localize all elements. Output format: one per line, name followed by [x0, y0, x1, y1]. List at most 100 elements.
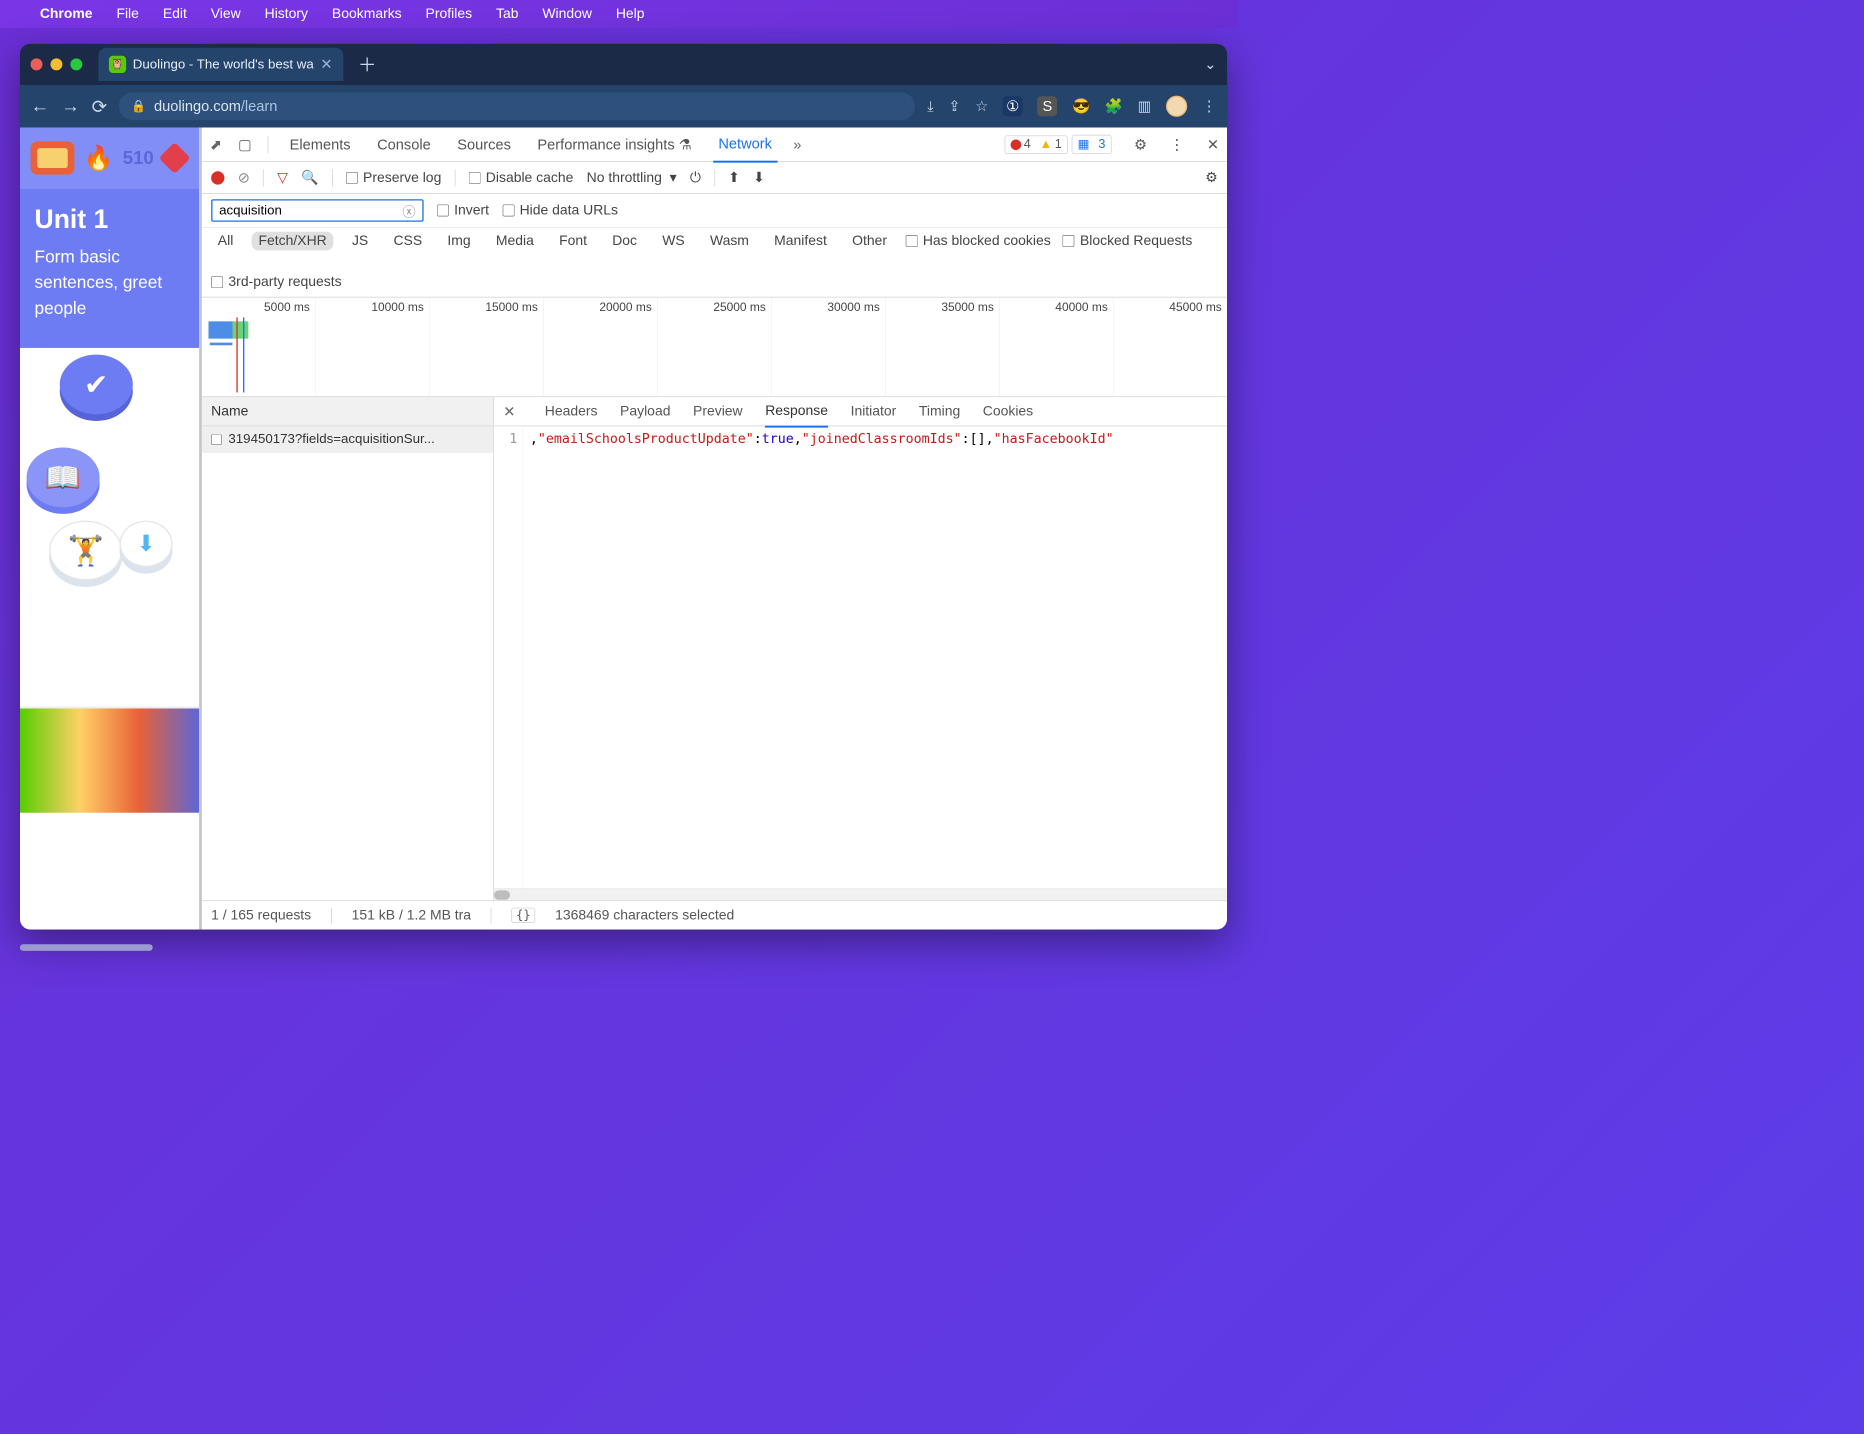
inspect-icon[interactable]: ⬈	[210, 136, 222, 153]
menu-profiles[interactable]: Profiles	[426, 6, 473, 22]
menu-bookmarks[interactable]: Bookmarks	[332, 6, 402, 22]
bookmark-star-icon[interactable]: ☆	[975, 98, 988, 115]
maximize-window-icon[interactable]	[70, 58, 82, 70]
preserve-log-checkbox[interactable]: Preserve log	[346, 170, 442, 186]
response-body[interactable]: 1 ,"emailSchoolsProductUpdate":true,"joi…	[494, 426, 1227, 888]
menu-history[interactable]: History	[265, 6, 308, 22]
extension-s-icon[interactable]: S	[1037, 96, 1057, 116]
reload-button[interactable]: ⟳	[92, 95, 108, 117]
tab-overflow-icon[interactable]: ⌄	[1204, 56, 1216, 73]
extension-face-icon[interactable]: 😎	[1072, 98, 1090, 115]
network-settings-icon[interactable]: ⚙	[1205, 169, 1218, 186]
tab-network[interactable]: Network	[713, 135, 777, 162]
forward-button[interactable]: →	[61, 96, 80, 117]
tab-elements[interactable]: Elements	[284, 136, 356, 153]
request-row[interactable]: 319450173?fields=acquisitionSur...	[202, 426, 493, 453]
filter-other[interactable]: Other	[845, 232, 893, 251]
filter-doc[interactable]: Doc	[606, 232, 644, 251]
filter-media[interactable]: Media	[489, 232, 540, 251]
json-braces-icon[interactable]: {}	[512, 908, 536, 923]
request-row-checkbox[interactable]	[211, 434, 222, 445]
filter-input[interactable]: ⓧ	[211, 199, 423, 222]
tab-overflow-icon[interactable]: »	[793, 136, 801, 153]
browser-tab[interactable]: 🦉 Duolingo - The world's best wa ✕	[98, 48, 343, 81]
devtools-close-icon[interactable]: ✕	[1207, 136, 1219, 153]
filter-fetch-xhr[interactable]: Fetch/XHR	[252, 232, 333, 251]
chrome-menu-icon[interactable]: ⋮	[1202, 98, 1217, 115]
share-icon[interactable]: ⇪	[948, 98, 960, 115]
tick-10000: 10000 ms	[371, 300, 423, 314]
network-timeline[interactable]: 5000 ms 10000 ms 15000 ms 20000 ms 25000…	[202, 297, 1227, 397]
has-blocked-cookies-checkbox[interactable]: Has blocked cookies	[906, 233, 1051, 249]
menubar-app[interactable]: Chrome	[40, 6, 93, 22]
back-button[interactable]: ←	[31, 96, 50, 117]
search-icon[interactable]: 🔍	[301, 170, 318, 186]
filter-css[interactable]: CSS	[387, 232, 429, 251]
filter-ws[interactable]: WS	[656, 232, 692, 251]
detail-tab-headers[interactable]: Headers	[545, 403, 598, 419]
filter-textbox[interactable]	[219, 203, 392, 218]
clear-filter-icon[interactable]: ⓧ	[402, 201, 415, 220]
lesson-step-1[interactable]: ✔	[60, 355, 133, 415]
extensions-puzzle-icon[interactable]: 🧩	[1105, 98, 1123, 115]
menu-file[interactable]: File	[116, 6, 138, 22]
detail-tab-timing[interactable]: Timing	[919, 403, 960, 419]
hide-data-urls-checkbox[interactable]: Hide data URLs	[502, 203, 618, 219]
request-row-name: 319450173?fields=acquisitionSur...	[228, 432, 434, 447]
tab-sources[interactable]: Sources	[452, 136, 516, 153]
side-panel-icon[interactable]: ▥	[1138, 98, 1152, 115]
tab-performance-insights[interactable]: Performance insights ⚗	[532, 136, 697, 153]
menu-edit[interactable]: Edit	[163, 6, 187, 22]
detail-tab-payload[interactable]: Payload	[620, 403, 670, 419]
third-party-checkbox[interactable]: 3rd-party requests	[211, 274, 341, 290]
lesson-step-2[interactable]: 📖	[27, 448, 100, 508]
tab-close-icon[interactable]: ✕	[320, 56, 332, 73]
menu-window[interactable]: Window	[542, 6, 592, 22]
language-flag-icon[interactable]	[31, 141, 75, 174]
horizontal-scrollbar[interactable]	[494, 888, 1227, 900]
divider	[332, 169, 333, 186]
import-har-icon[interactable]: ⬆	[728, 169, 740, 186]
profile-avatar[interactable]	[1166, 96, 1187, 117]
menu-view[interactable]: View	[211, 6, 241, 22]
throttling-select[interactable]: No throttling ▾	[587, 169, 677, 186]
omnibox[interactable]: 🔒 duolingo.com/learn	[119, 92, 915, 120]
close-window-icon[interactable]	[31, 58, 43, 70]
menu-help[interactable]: Help	[616, 6, 645, 22]
export-har-icon[interactable]: ⬇	[753, 169, 765, 186]
clear-icon[interactable]: ⊘	[238, 169, 250, 186]
devtools-more-icon[interactable]: ⋮	[1170, 136, 1185, 153]
detail-tab-cookies[interactable]: Cookies	[983, 403, 1033, 419]
invert-checkbox[interactable]: Invert	[437, 203, 489, 219]
device-toggle-icon[interactable]: ▢	[238, 136, 252, 153]
request-list: Name 319450173?fields=acquisitionSur...	[202, 397, 494, 900]
network-conditions-icon[interactable]: ⏻	[690, 170, 701, 186]
request-list-header[interactable]: Name	[202, 397, 493, 426]
extension-1password-icon[interactable]: ①	[1003, 96, 1023, 116]
lesson-step-3[interactable]: 🏋	[49, 521, 122, 581]
menu-tab[interactable]: Tab	[496, 6, 518, 22]
filter-js[interactable]: JS	[345, 232, 375, 251]
devtools-settings-icon[interactable]: ⚙	[1134, 136, 1147, 153]
filter-funnel-icon[interactable]: ▽	[277, 169, 288, 186]
filter-manifest[interactable]: Manifest	[768, 232, 834, 251]
tab-console[interactable]: Console	[372, 136, 436, 153]
detail-tab-response[interactable]: Response	[765, 403, 828, 428]
new-tab-button[interactable]: ＋	[358, 51, 377, 78]
issue-counts[interactable]: 4 ▲1 ▦ 3	[1004, 135, 1111, 154]
filter-img[interactable]: Img	[441, 232, 478, 251]
filter-wasm[interactable]: Wasm	[703, 232, 755, 251]
detail-close-icon[interactable]: ✕	[503, 403, 515, 420]
disable-cache-checkbox[interactable]: Disable cache	[469, 170, 574, 186]
detail-tab-initiator[interactable]: Initiator	[851, 403, 897, 419]
filter-all[interactable]: All	[211, 232, 240, 251]
detail-tab-preview[interactable]: Preview	[693, 403, 743, 419]
response-code[interactable]: ,"emailSchoolsProductUpdate":true,"joine…	[523, 426, 1227, 888]
scroll-thumb[interactable]	[494, 890, 510, 899]
install-icon[interactable]: ⤓	[927, 98, 933, 115]
record-icon[interactable]	[211, 171, 224, 184]
lesson-step-4[interactable]: ⬇	[120, 521, 173, 567]
blocked-requests-checkbox[interactable]: Blocked Requests	[1063, 233, 1193, 249]
minimize-window-icon[interactable]	[50, 58, 62, 70]
filter-font[interactable]: Font	[552, 232, 593, 251]
